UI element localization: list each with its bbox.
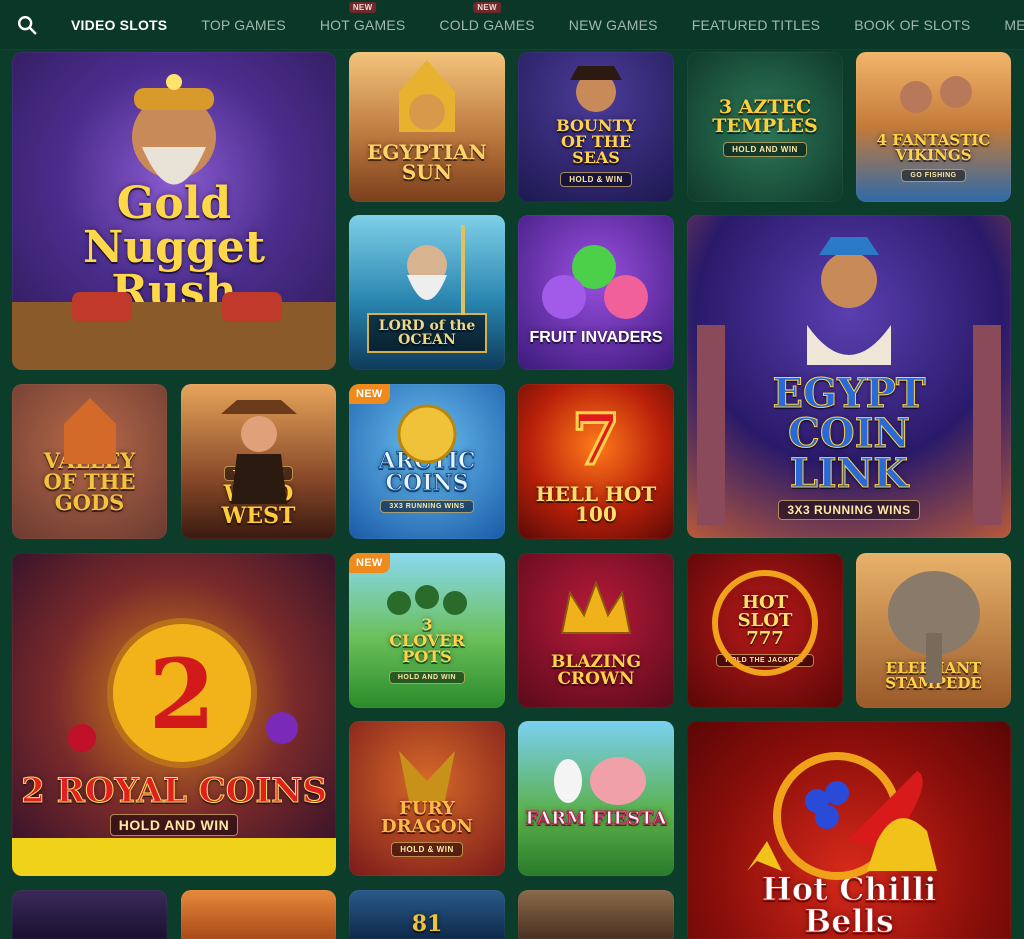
- tab-label: HOT GAMES: [319, 16, 406, 33]
- game-title: LORD of the OCEAN: [367, 312, 487, 353]
- new-badge: NEW: [348, 1, 377, 13]
- search-icon: [18, 15, 37, 34]
- tab-label: MEGAWAYS: [1004, 16, 1024, 33]
- svg-text:2: 2: [149, 638, 216, 751]
- new-badge: NEW: [473, 1, 501, 13]
- game-title: BOUNTY OF THE SEAS: [556, 115, 636, 167]
- game-tile-fruit-invaders[interactable]: FRUIT INVADERS: [518, 215, 674, 370]
- game-subtitle: HOLD & WIN: [391, 842, 463, 857]
- game-subtitle: HOLD & WIN: [560, 171, 632, 187]
- category-tabs: VIDEO SLOTS TOP GAMES NEW HOT GAMES NEW …: [54, 0, 1024, 49]
- tab-label: NEW GAMES: [568, 16, 658, 33]
- game-title: 3 AZTEC TEMPLES: [712, 95, 818, 137]
- tab-megaways[interactable]: MEGAWAYS: [987, 0, 1024, 49]
- game-tile-bottom-4[interactable]: [518, 890, 674, 939]
- game-title: BLAZING CROWN: [551, 651, 641, 689]
- game-title: FURY DRAGON: [380, 798, 474, 837]
- game-title: FRUIT INVADERS: [529, 328, 663, 346]
- game-tile-gold-nugget-rush[interactable]: Gold Nugget Rush HOLD & WIN: [12, 52, 336, 370]
- game-subtitle: TRUE WAYS: [223, 466, 294, 481]
- game-subtitle: 3X3 RUNNING WINS: [778, 499, 920, 520]
- tab-label: COLD GAMES: [439, 16, 535, 33]
- game-tile-egypt-coin-link[interactable]: EGYPT COIN LINK 3X3 RUNNING WINS: [687, 215, 1011, 538]
- game-title: ARCTIC COINS: [378, 448, 476, 496]
- pig-illustration: [554, 757, 646, 805]
- game-subtitle: HOLD AND WIN: [388, 671, 466, 684]
- game-subtitle: HOLD THE JACKPOT: [716, 654, 814, 667]
- game-title: FARM FIESTA: [525, 807, 667, 829]
- game-title: Gold Nugget Rush: [82, 177, 266, 317]
- game-title: 4 FANTASTIC VIKINGS: [876, 130, 991, 164]
- game-subtitle: 3X3 RUNNING WINS: [380, 500, 474, 513]
- tab-top-games[interactable]: TOP GAMES: [184, 0, 303, 49]
- tab-featured-titles[interactable]: FEATURED TITLES: [675, 0, 838, 49]
- search-button[interactable]: [0, 0, 54, 49]
- monsters-illustration: [542, 245, 648, 319]
- game-tile-hot-slot-777[interactable]: HOT SLOT 777 HOLD THE JACKPOT: [687, 553, 843, 708]
- game-title: 2 ROYAL COINS: [21, 770, 328, 811]
- tab-label: TOP GAMES: [201, 16, 286, 33]
- game-title: EGYPT COIN LINK: [772, 369, 926, 497]
- tab-cold-games[interactable]: NEW COLD GAMES: [422, 0, 551, 49]
- game-subtitle: HOLD AND WIN: [109, 813, 239, 836]
- game-tile-wild-west[interactable]: TRUE WAYS WILD WEST: [181, 384, 336, 539]
- game-title: 81: [411, 910, 443, 937]
- game-tile-farm-fiesta[interactable]: FARM FIESTA: [518, 721, 674, 876]
- game-tile-lord-of-the-ocean[interactable]: LORD of the OCEAN: [349, 215, 505, 370]
- game-title: WILD WEST: [221, 481, 296, 529]
- game-subtitle: HOLD AND WIN: [723, 141, 807, 157]
- game-tile-4-fantastic-vikings[interactable]: 4 FANTASTIC VIKINGS GO FISHING: [856, 52, 1011, 202]
- game-tile-valley-of-the-gods[interactable]: VALLEY OF THE GODS: [12, 384, 167, 539]
- tab-book-of-slots[interactable]: BOOK OF SLOTS: [837, 0, 987, 49]
- tab-new-games[interactable]: NEW GAMES: [552, 0, 675, 49]
- game-tile-2-royal-coins[interactable]: 2 2 ROYAL COINS HOLD AND WIN: [12, 553, 336, 876]
- game-subtitle: HOLD & WIN: [123, 319, 225, 341]
- game-tile-arctic-coins[interactable]: ARCTIC COINS 3X3 RUNNING WINS NEW: [349, 384, 505, 539]
- game-title: ELEPHANT STAMPEDE: [885, 658, 982, 692]
- game-tile-hell-hot-100[interactable]: 7 HELL HOT 100: [518, 384, 674, 539]
- tab-label: BOOK OF SLOTS: [854, 16, 971, 33]
- game-tile-hot-chilli-bells[interactable]: Hot Chilli Bells: [687, 721, 1011, 939]
- game-grid: Gold Nugget Rush HOLD & WIN EGYPTIAN SUN…: [0, 0, 1024, 939]
- game-title: VALLEY OF THE GODS: [43, 448, 136, 515]
- tab-label: FEATURED TITLES: [691, 16, 821, 33]
- game-tile-bounty-of-the-seas[interactable]: BOUNTY OF THE SEAS HOLD & WIN: [518, 52, 674, 202]
- tab-hot-games[interactable]: NEW HOT GAMES: [303, 0, 423, 49]
- game-tile-bottom-2[interactable]: [181, 890, 336, 939]
- game-tile-blazing-crown[interactable]: BLAZING CROWN: [518, 553, 674, 708]
- game-title: HOT SLOT 777: [737, 592, 793, 649]
- game-tile-3-clover-pots[interactable]: 3 CLOVER POTS HOLD AND WIN NEW: [349, 553, 505, 708]
- game-title: EGYPTIAN SUN: [367, 140, 487, 184]
- tab-video-slots[interactable]: VIDEO SLOTS: [54, 0, 184, 49]
- game-tile-bottom-3[interactable]: 81: [349, 890, 505, 939]
- game-title: HELL HOT 100: [535, 481, 657, 526]
- new-badge: NEW: [349, 553, 390, 573]
- svg-text:7: 7: [572, 398, 621, 481]
- game-tile-fury-dragon[interactable]: FURY DRAGON HOLD & WIN: [349, 721, 505, 876]
- game-title: Hot Chilli Bells: [761, 870, 937, 939]
- game-tile-elephant-stampede[interactable]: ELEPHANT STAMPEDE: [856, 553, 1011, 708]
- game-title: 3 CLOVER POTS: [389, 615, 465, 666]
- game-subtitle: GO FISHING: [901, 168, 966, 182]
- category-nav: VIDEO SLOTS TOP GAMES NEW HOT GAMES NEW …: [0, 0, 1024, 50]
- new-badge: NEW: [349, 384, 390, 404]
- game-tile-3-aztec-temples[interactable]: 3 AZTEC TEMPLES HOLD AND WIN: [687, 52, 843, 202]
- tab-label: VIDEO SLOTS: [71, 16, 168, 33]
- game-tile-egyptian-sun[interactable]: EGYPTIAN SUN: [349, 52, 505, 202]
- game-tile-bottom-1[interactable]: [12, 890, 167, 939]
